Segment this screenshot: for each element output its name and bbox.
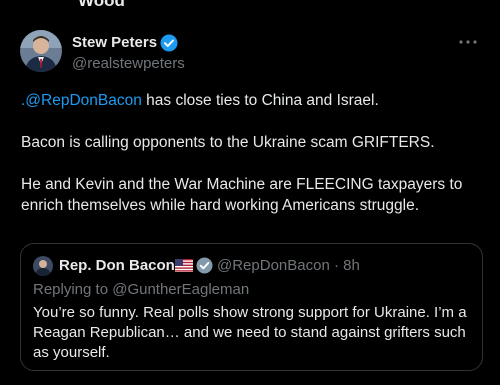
more-horizontal-icon[interactable] [456,32,480,52]
author-name[interactable]: Stew Peters [72,34,157,51]
mention-link[interactable]: .@RepDonBacon [21,92,142,109]
tweet-line-1-text: has close ties to China and Israel. [141,92,379,109]
tweet-line-1: .@RepDonBacon has close ties to China an… [21,90,486,111]
tweet-body: .@RepDonBacon has close ties to China an… [21,90,486,216]
author-avatar[interactable] [20,30,62,72]
tweet-line-3: He and Kevin and the War Machine are FLE… [21,176,463,214]
quote-author-name: Rep. Don Bacon [59,257,175,274]
gray-verified-badge-icon [196,257,213,274]
quote-handle-time: @RepDonBacon · 8h [217,257,360,274]
us-flag-icon [175,259,193,272]
tweet-header: Stew Peters @realstewpeters [20,30,490,74]
verified-badge-icon [160,34,178,52]
author-handle[interactable]: @realstewpeters [72,55,185,72]
quote-author-avatar [33,256,53,276]
quote-text: You’re so funny. Real polls show strong … [33,304,467,361]
quoted-tweet[interactable]: Rep. Don Bacon @RepDonBacon · 8h Replyin… [20,243,483,371]
replying-to: Replying to @GuntherEagleman [33,281,250,298]
previous-tweet-fragment: Wood [78,0,125,10]
tweet-line-2: Bacon is calling opponents to the Ukrain… [21,134,435,151]
